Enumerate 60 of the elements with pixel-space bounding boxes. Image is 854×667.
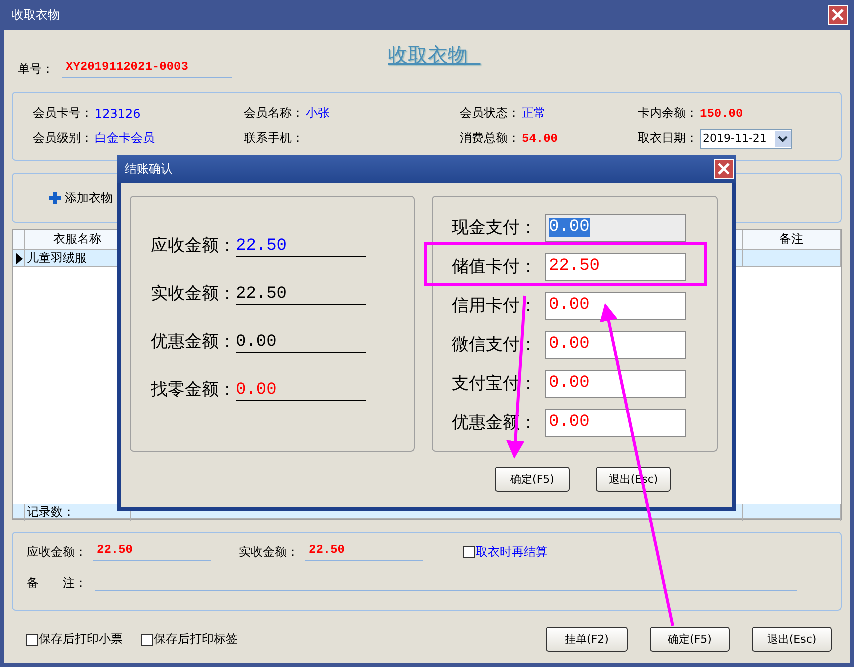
summary-value: 22.50: [236, 237, 366, 257]
payment-label: 信用卡付：: [452, 295, 537, 317]
field-label: 会员级别：: [33, 130, 93, 147]
note-label: 备 注：: [27, 575, 87, 592]
payment-field[interactable]: 0.00: [545, 292, 686, 320]
field-label: 卡内余额：: [638, 105, 698, 122]
action-button[interactable]: 挂单(F2): [546, 627, 628, 652]
dialog-button[interactable]: 确定(F5): [495, 467, 570, 492]
field-value: 150.00: [700, 106, 744, 120]
summary-label: 应收金额：: [151, 235, 236, 257]
print-option-checkbox[interactable]: 保存后打印标签: [141, 631, 238, 648]
field-value: 白金卡会员: [95, 130, 155, 147]
date-picker[interactable]: 2019-11-21: [700, 128, 792, 148]
close-icon: [831, 8, 845, 22]
summary-value: 0.00: [236, 381, 366, 401]
close-icon: [717, 162, 731, 176]
field-value: 小张: [306, 105, 330, 122]
summary-label: 找零金额：: [151, 379, 236, 401]
field-label: 消费总额：: [460, 130, 520, 147]
action-button[interactable]: 确定(F5): [650, 627, 730, 652]
chevron-down-icon: [778, 136, 788, 142]
column-header[interactable]: 备注: [743, 230, 841, 249]
dialog-title: 结账确认: [125, 160, 173, 178]
total-value: 22.50: [309, 543, 346, 557]
row-pointer-icon: [14, 252, 22, 264]
summary-label: 实收金额：: [151, 283, 236, 305]
field-label: 会员名称：: [244, 105, 304, 122]
summary-label: 优惠金额：: [151, 331, 236, 353]
payment-field[interactable]: 22.50: [545, 252, 686, 280]
field-label: 取衣日期：: [638, 130, 698, 147]
settle-later-checkbox[interactable]: 取衣时再结算: [463, 544, 548, 560]
payment-label: 储值卡付：: [452, 256, 537, 278]
total-label: 应收金额：: [27, 544, 87, 560]
table-cell: 儿童羽绒服: [27, 250, 87, 267]
field-value: 123126: [95, 106, 141, 120]
close-button[interactable]: [714, 159, 734, 179]
plus-icon: [49, 192, 61, 204]
total-label: 实收金额：: [239, 544, 299, 560]
payment-field[interactable]: 0.00: [545, 408, 686, 436]
payment-field[interactable]: 0.00: [545, 370, 686, 398]
add-clothes-button[interactable]: 添加衣物: [49, 190, 113, 206]
payment-field[interactable]: 0.00: [545, 330, 686, 358]
total-value: 22.50: [97, 543, 134, 557]
payment-field[interactable]: 0.00: [545, 214, 686, 242]
payment-label: 微信支付：: [452, 334, 537, 356]
order-label: 单号：: [18, 61, 54, 78]
payment-label: 现金支付：: [452, 217, 537, 239]
record-count-label: 记录数：: [27, 504, 75, 521]
close-button[interactable]: [828, 5, 848, 25]
window-title: 收取衣物: [12, 6, 60, 24]
field-value: 正常: [522, 105, 546, 122]
summary-value: 0.00: [236, 333, 366, 353]
field-value: 54.00: [522, 132, 558, 146]
order-number: XY2019112021-0003: [66, 60, 188, 74]
field-label: 会员状态：: [460, 105, 520, 122]
field-label: 联系手机：: [244, 130, 304, 147]
print-option-checkbox[interactable]: 保存后打印小票: [26, 631, 123, 648]
summary-value: 22.50: [236, 285, 366, 305]
action-button[interactable]: 退出(Esc): [752, 627, 832, 652]
field-label: 会员卡号：: [33, 105, 93, 122]
